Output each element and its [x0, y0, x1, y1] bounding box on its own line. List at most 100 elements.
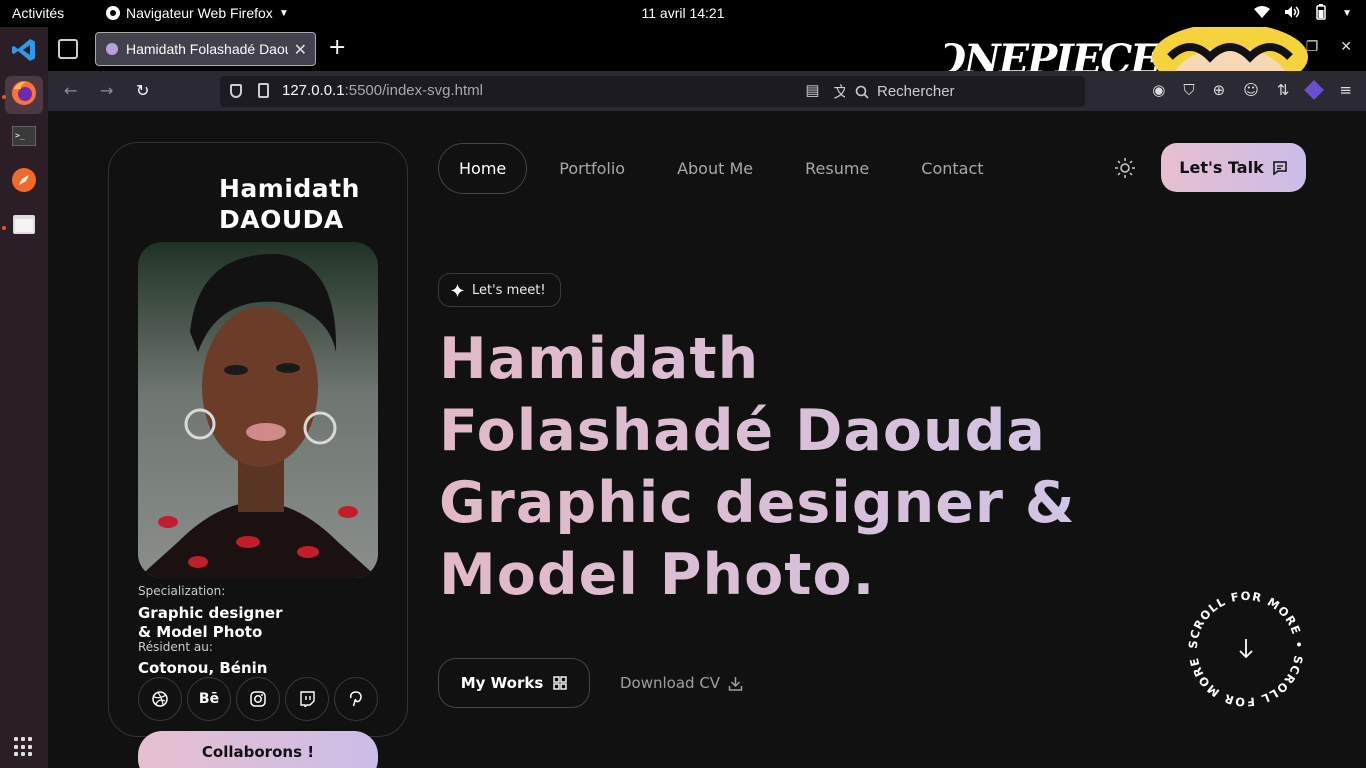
chevron-down-icon: ▼: [1342, 8, 1352, 19]
svg-text:>_: >_: [15, 131, 25, 140]
extensions-area: ◉ ⛉ ⊕ ☺ ⇅ ≡: [1152, 80, 1352, 100]
download-icon: [728, 676, 743, 691]
behance-link[interactable]: Bē: [187, 677, 231, 721]
folder-icon: [12, 213, 36, 239]
scroll-for-more-badge[interactable]: SCROLL FOR MORE • SCROLL FOR MORE •: [1180, 587, 1312, 711]
tab-active[interactable]: Hamidath Folashadé Daouda ✕: [95, 32, 316, 66]
sun-icon[interactable]: [1114, 157, 1136, 179]
url-text[interactable]: 127.0.0.1:5500/index-svg.html: [282, 82, 483, 99]
firefox-launcher[interactable]: [5, 76, 43, 114]
chat-icon: [1272, 160, 1287, 175]
sparkle-icon: [451, 283, 464, 297]
lets-talk-button[interactable]: Let's Talk: [1161, 143, 1306, 192]
menu-item-about[interactable]: About Me: [677, 159, 753, 178]
forward-arrow-icon[interactable]: →: [100, 81, 113, 100]
resident-value: Cotonou, Bénin: [138, 659, 268, 677]
download-cv-label: Download CV: [620, 674, 721, 692]
menu-item-home[interactable]: Home: [438, 143, 528, 194]
pinterest-link[interactable]: [334, 677, 378, 721]
specialization-label: Specialization:: [138, 584, 226, 598]
my-works-label: My Works: [460, 674, 544, 692]
hamburger-menu-icon[interactable]: ≡: [1339, 81, 1352, 99]
firefox-icon: [10, 79, 38, 111]
sliders-icon[interactable]: ⇅: [1277, 81, 1290, 99]
menu-item-contact[interactable]: Contact: [921, 159, 983, 178]
new-tab-icon[interactable]: +: [328, 35, 346, 60]
back-arrow-icon[interactable]: ←: [64, 81, 77, 100]
resident-label: Résident au:: [138, 640, 213, 654]
favicon-icon: [106, 43, 118, 55]
dribbble-icon: [152, 691, 168, 707]
scroll-circle-text: SCROLL FOR MORE • SCROLL FOR MORE •: [1180, 587, 1306, 709]
search-icon: [855, 85, 869, 99]
twitch-icon: [300, 691, 315, 707]
shield-icon[interactable]: [230, 84, 242, 98]
download-cv-link[interactable]: Download CV: [620, 674, 743, 692]
hero-heading: Hamidath Folashadé Daouda Graphic design…: [439, 323, 1199, 611]
browser-launcher[interactable]: [5, 163, 43, 201]
dock: >_: [0, 27, 48, 768]
running-indicator: [2, 226, 6, 230]
profile-icon[interactable]: ☺: [1243, 81, 1259, 99]
lets-talk-label: Let's Talk: [1179, 158, 1264, 177]
files-launcher[interactable]: [5, 207, 43, 245]
terminal-icon: >_: [11, 125, 37, 150]
list-all-tabs-icon[interactable]: [58, 39, 78, 59]
my-works-button[interactable]: My Works: [438, 658, 590, 708]
pinterest-icon: [349, 691, 362, 707]
twitch-link[interactable]: [285, 677, 329, 721]
close-tab-icon[interactable]: ✕: [294, 40, 307, 60]
vscode-launcher[interactable]: [5, 33, 43, 71]
social-links: Bē: [138, 677, 378, 721]
dribbble-link[interactable]: [138, 677, 182, 721]
system-tray[interactable]: ▼: [1254, 4, 1352, 23]
profile-photo: [138, 242, 378, 578]
running-indicator: [2, 95, 6, 99]
search-input[interactable]: Rechercher: [845, 76, 1085, 107]
arrow-down-icon: [1239, 639, 1253, 659]
page-info-icon[interactable]: [258, 83, 269, 98]
app-menu[interactable]: Navigateur Web Firefox ▼: [106, 5, 289, 21]
shield-extension-icon[interactable]: ⛉: [1183, 81, 1194, 99]
compass-icon: [11, 167, 37, 197]
address-bar[interactable]: 127.0.0.1:5500/index-svg.html ▤ 文 ☆: [220, 76, 886, 107]
lets-meet-badge: Let's meet!: [438, 273, 561, 307]
extension-diamond-icon[interactable]: [1304, 80, 1325, 100]
reader-view-icon[interactable]: ▤: [805, 81, 819, 102]
specialization-value: Graphic designer & Model Photo: [138, 604, 283, 641]
collaborate-button[interactable]: Collaborons !: [138, 731, 378, 768]
hero-line: Folashadé Daouda: [439, 398, 1046, 464]
hero-line: Hamidath: [439, 326, 760, 392]
activities-button[interactable]: Activités: [12, 5, 64, 21]
extension-icon[interactable]: ⊕: [1213, 81, 1226, 99]
hero-line: Model Photo.: [439, 542, 876, 608]
chevron-down-icon: ▼: [278, 7, 289, 19]
grid-icon: [553, 676, 567, 690]
volume-icon: [1284, 5, 1300, 22]
menu-item-portfolio[interactable]: Portfolio: [559, 159, 625, 178]
app-name: Navigateur Web Firefox: [126, 5, 273, 21]
reload-icon[interactable]: ↻: [136, 81, 149, 100]
vscode-icon: [11, 37, 37, 67]
tab-title: Hamidath Folashadé Daouda: [126, 41, 288, 57]
system-top-bar: Activités Navigateur Web Firefox ▼ 11 av…: [0, 0, 1366, 27]
close-window-icon[interactable]: ✕: [1340, 39, 1352, 55]
instagram-link[interactable]: [236, 677, 280, 721]
search-placeholder: Rechercher: [877, 83, 955, 100]
extension-icon[interactable]: ◉: [1152, 81, 1165, 99]
profile-card: Hamidath DAOUDA Specialization: Graphic …: [108, 142, 408, 737]
lets-meet-label: Let's meet!: [472, 282, 546, 298]
terminal-launcher[interactable]: >_: [5, 119, 43, 157]
menu-item-resume[interactable]: Resume: [805, 159, 869, 178]
navigation-toolbar: ← → ↻ 127.0.0.1:5500/index-svg.html ▤ 文 …: [48, 71, 1366, 111]
hero-line: Graphic designer &: [439, 470, 1076, 536]
wifi-icon: [1254, 6, 1271, 21]
main-menu: Home Portfolio About Me Resume Contact: [438, 143, 1036, 194]
instagram-icon: [250, 691, 266, 707]
firefox-icon: [106, 6, 120, 20]
battery-icon: [1314, 4, 1328, 23]
profile-name: Hamidath DAOUDA: [219, 174, 360, 234]
web-page: Hamidath DAOUDA Specialization: Graphic …: [48, 111, 1366, 768]
behance-icon: Bē: [198, 691, 220, 707]
show-apps-icon[interactable]: [14, 737, 34, 757]
